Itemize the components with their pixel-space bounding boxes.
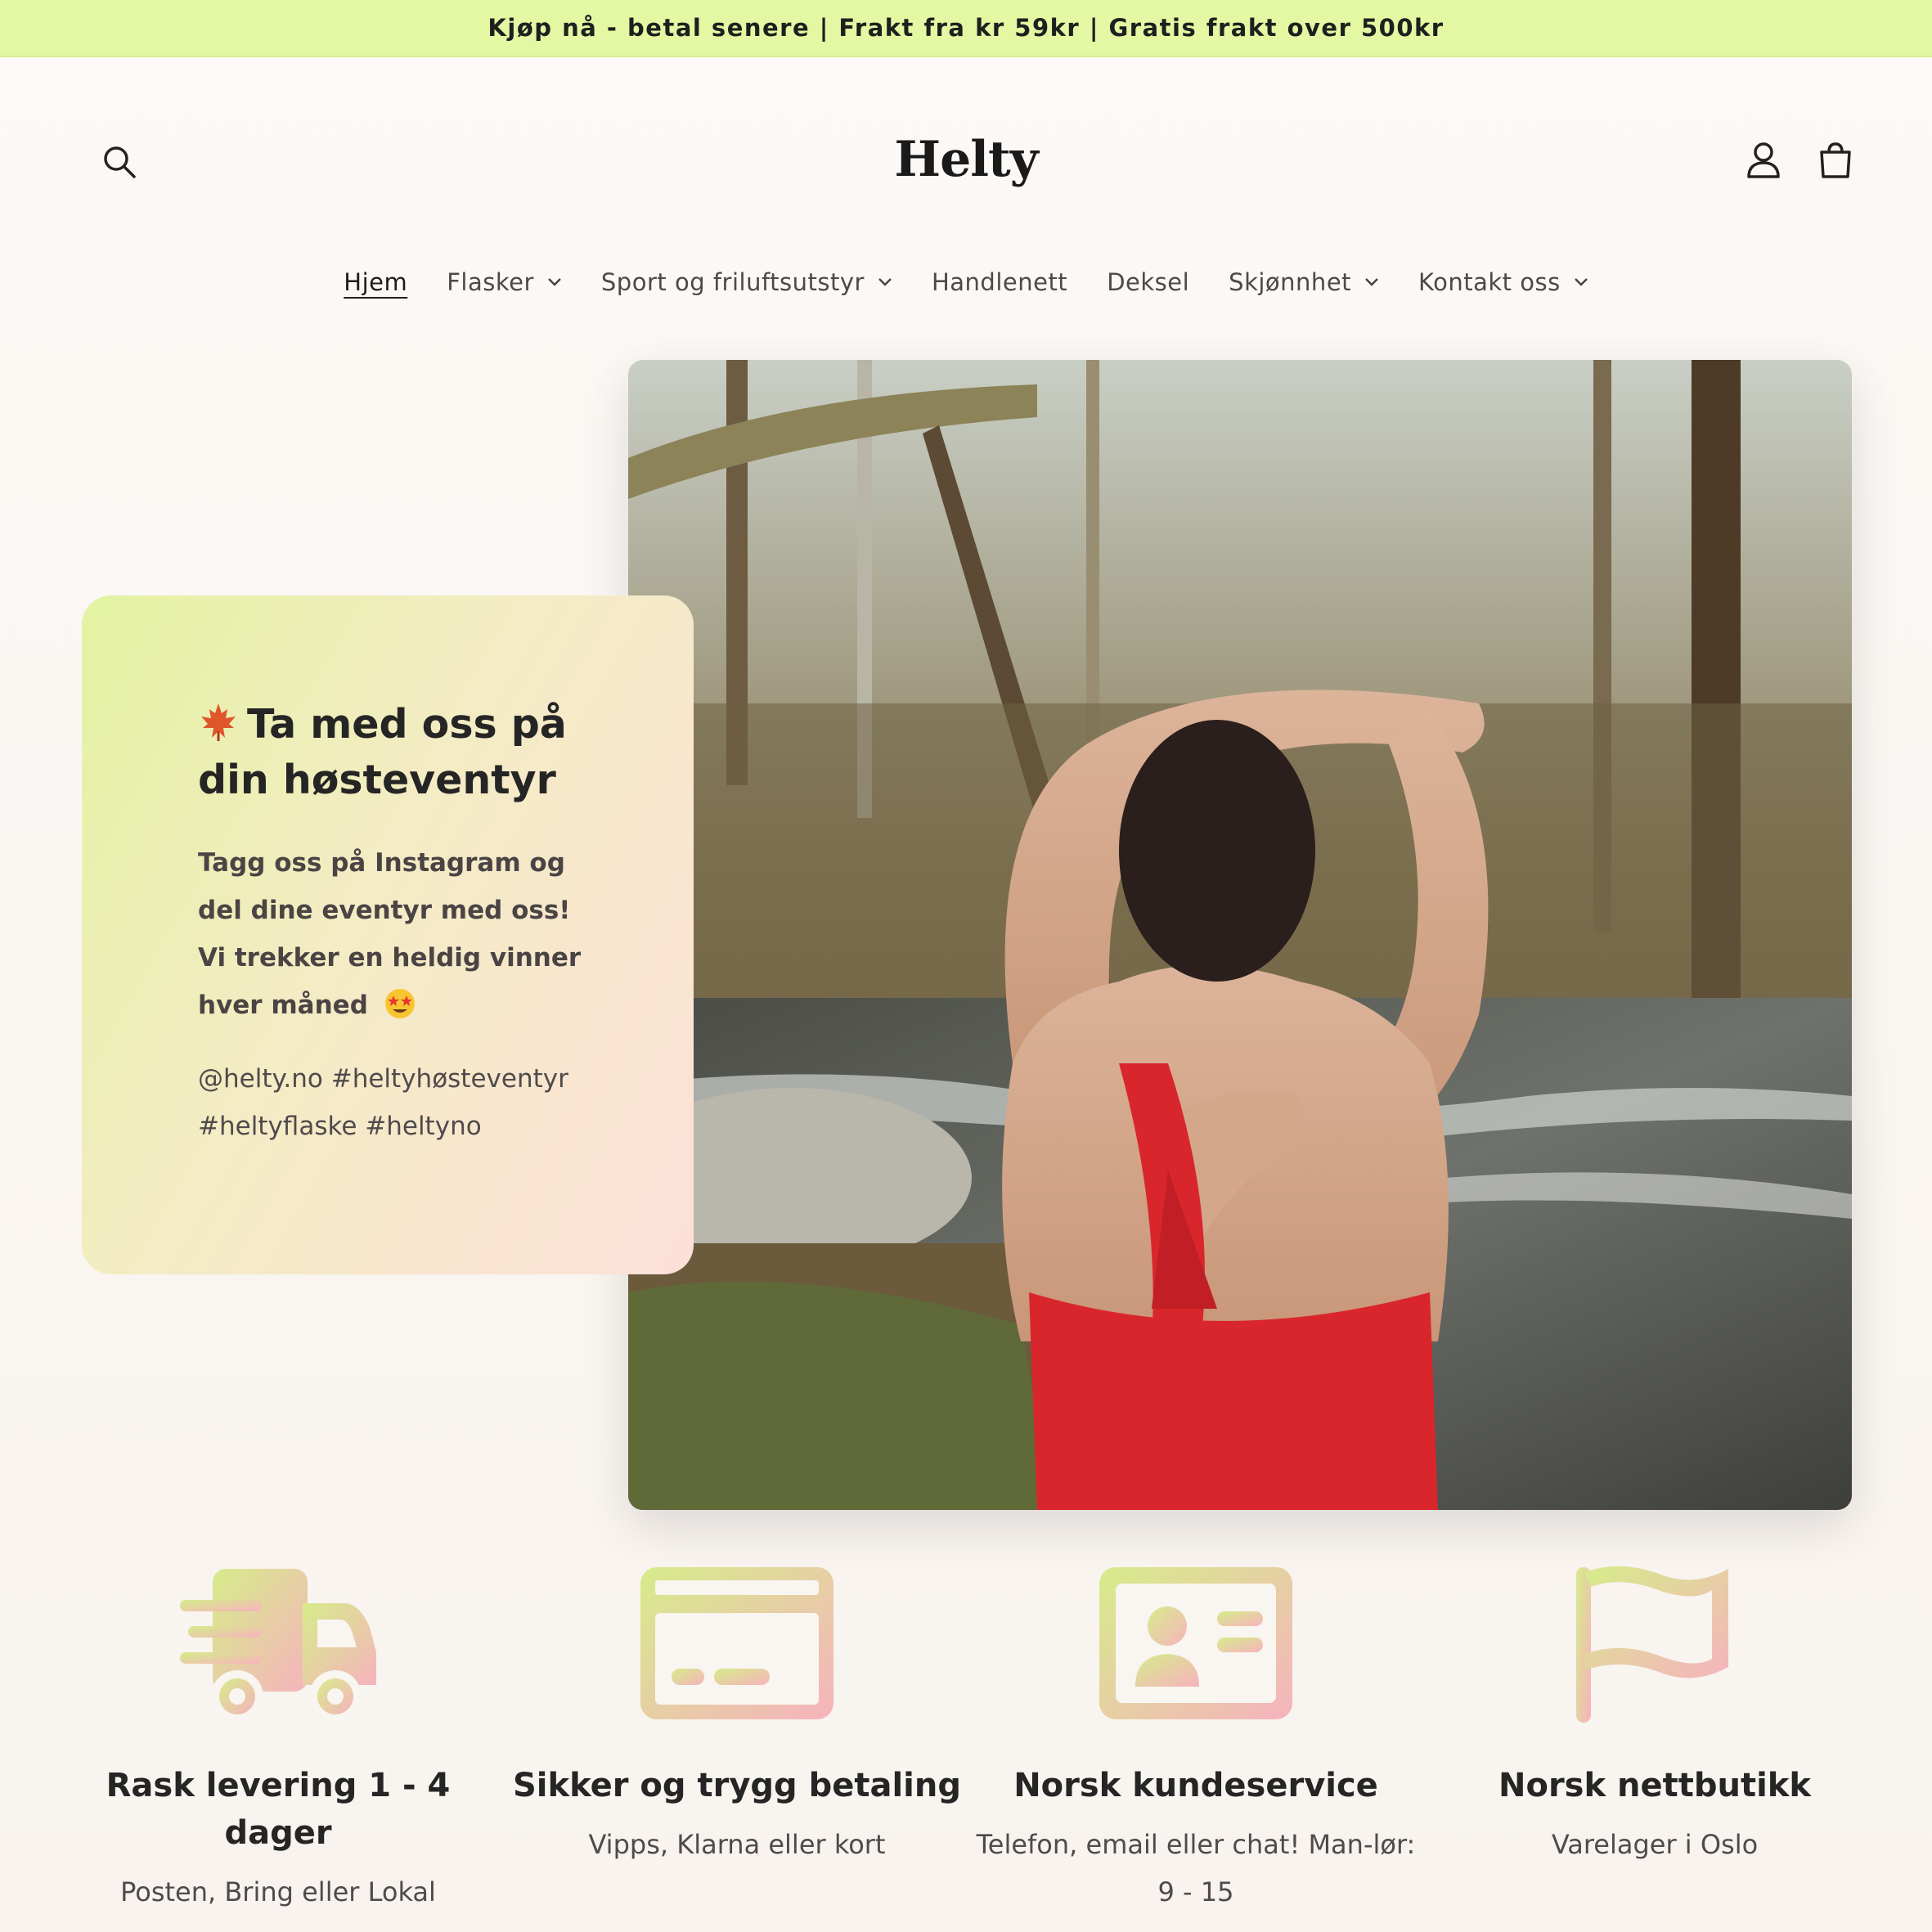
delivery-truck-icon (180, 1569, 376, 1723)
credit-card-icon (640, 1567, 833, 1719)
nav-item-hjem[interactable]: Hjem (344, 268, 407, 296)
nav-item-deksel[interactable]: Deksel (1107, 268, 1189, 296)
feature-subtitle: Vipps, Klarna eller kort (588, 1829, 886, 1860)
feature-title: Sikker og trygg betaling (513, 1767, 961, 1804)
feature-subtitle: Posten, Bring eller Lokal (120, 1876, 436, 1907)
promo-hashtags: @helty.no #heltyhøsteventyr #heltyflaske… (198, 1064, 568, 1141)
promo-body: Tagg oss på Instagram og del dine eventy… (198, 839, 607, 1029)
chevron-down-icon (1574, 278, 1588, 286)
contact-card-icon (1099, 1567, 1292, 1719)
flag-icon (1576, 1566, 1728, 1723)
feature-subtitle: Varelager i Oslo (1551, 1829, 1759, 1860)
feature-row: Rask levering 1 - 4 dager Posten, Bring … (0, 1562, 1932, 1932)
nav-label: Flasker (447, 268, 534, 296)
main-navigation: Hjem Flasker Sport og friluftsutstyr Han… (0, 268, 1932, 296)
feature-title: Rask levering 1 - 4 dager (106, 1767, 451, 1852)
nav-item-handlenett[interactable]: Handlenett (932, 268, 1067, 296)
nav-item-skjonnhet[interactable]: Skjønnhet (1229, 268, 1379, 296)
feature-subtitle: Telefon, email eller chat! Man-lør: 9 - … (976, 1829, 1416, 1907)
maple-leaf-icon (201, 703, 236, 741)
announcement-bar: Kjøp nå - betal senere | Frakt fra kr 59… (0, 0, 1932, 57)
promo-title: Ta med oss på din høsteventyr (198, 697, 623, 808)
hero-image (628, 360, 1852, 1510)
nav-label: Hjem (344, 268, 408, 296)
nav-label: Skjønnhet (1229, 268, 1352, 296)
promo-card: Ta med oss på din høsteventyr Tagg oss p… (82, 595, 694, 1274)
feature-support: Norsk kundeservice Telefon, email eller … (967, 1562, 1425, 1916)
feature-title: Norsk kundeservice (1013, 1767, 1378, 1804)
nav-item-sport[interactable]: Sport og friluftsutstyr (601, 268, 892, 296)
brand-logo[interactable]: Helty (0, 131, 1932, 188)
nav-label: Sport og friluftsutstyr (600, 268, 865, 296)
account-icon[interactable] (1741, 137, 1786, 183)
promo-title-text: Ta med oss på din høsteventyr (198, 701, 567, 803)
nav-label: Kontakt oss (1418, 268, 1561, 296)
announcement-text: Kjøp nå - betal senere | Frakt fra kr 59… (487, 14, 1445, 42)
site-header: Helty Hjem Flasker Sport og friluftsutst… (0, 57, 1932, 319)
feature-delivery: Rask levering 1 - 4 dager Posten, Bring … (49, 1562, 507, 1916)
chevron-down-icon (1365, 278, 1378, 286)
nav-item-kontakt[interactable]: Kontakt oss (1418, 268, 1588, 296)
feature-norwegian-store: Norsk nettbutikk Varelager i Oslo (1426, 1562, 1884, 1868)
chevron-down-icon (878, 278, 892, 286)
feature-payment: Sikker og trygg betaling Vipps, Klarna e… (508, 1562, 966, 1868)
feature-title: Norsk nettbutikk (1498, 1767, 1811, 1804)
nav-label: Handlenett (931, 268, 1068, 296)
cart-icon[interactable] (1812, 137, 1859, 185)
nav-label: Deksel (1107, 268, 1190, 296)
nav-item-flasker[interactable]: Flasker (447, 268, 562, 296)
star-struck-emoji-icon (384, 989, 415, 1018)
chevron-down-icon (548, 278, 561, 286)
